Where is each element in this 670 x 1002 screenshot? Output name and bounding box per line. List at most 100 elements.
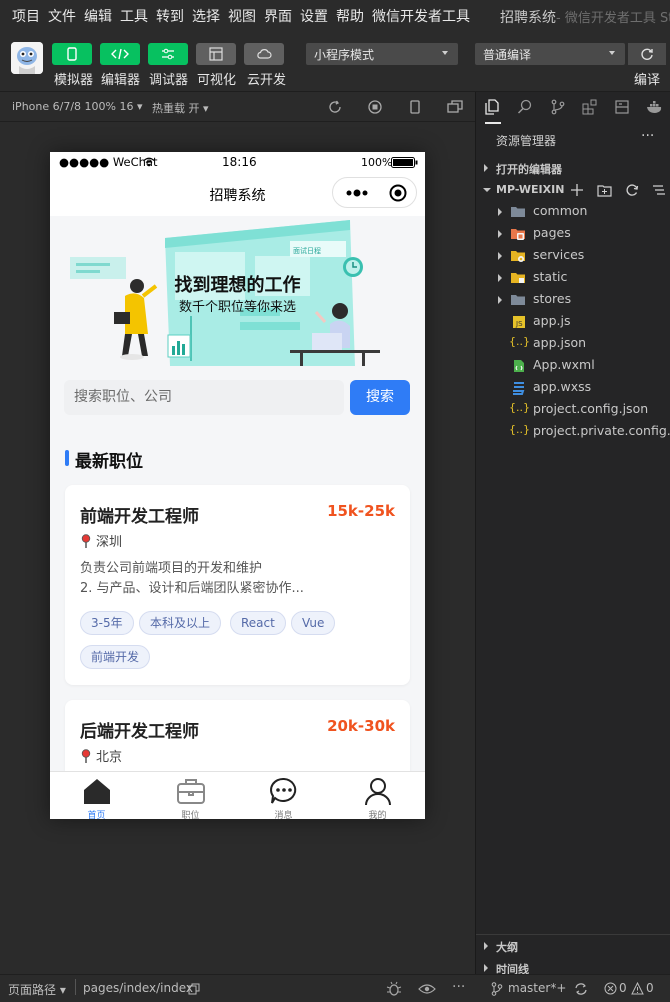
job-tag: 前端开发 <box>80 645 151 669</box>
job-location: 深圳 <box>80 531 122 550</box>
menu-item-tools[interactable]: 工具 <box>120 6 148 26</box>
simulator-header: iPhone 6/7/8 100% 16 ▾ 热重载 开 ▾ <box>0 92 475 122</box>
menu-item-view[interactable]: 视图 <box>228 6 256 26</box>
more-icon[interactable]: ··· <box>452 979 465 995</box>
menu-item-help[interactable]: 帮助 <box>336 6 364 26</box>
tree-file-app-wxss[interactable]: app.wxss <box>476 377 670 399</box>
extensions-icon[interactable] <box>582 99 598 115</box>
sync-icon[interactable] <box>574 982 588 996</box>
cloud-dev-button[interactable] <box>244 43 284 65</box>
chevron-down-icon <box>609 51 615 55</box>
simulator-button[interactable] <box>52 43 92 65</box>
tree-folder-stores[interactable]: stores <box>476 289 670 311</box>
tree-file-project-private-config[interactable]: {..} project.private.config.js... <box>476 421 670 443</box>
job-tag: React <box>230 611 286 635</box>
stop-icon[interactable] <box>368 100 382 114</box>
search-icon[interactable] <box>517 99 533 115</box>
layout-icon <box>209 47 223 61</box>
wifi-icon <box>143 157 155 167</box>
editor-label: 编辑器 <box>101 73 141 88</box>
tree-folder-static[interactable]: static <box>476 267 670 289</box>
debugger-button[interactable] <box>148 43 188 65</box>
docker-icon[interactable] <box>646 99 664 115</box>
code-icon <box>111 48 129 60</box>
bug-icon[interactable] <box>386 981 402 997</box>
tree-file-app-wxml[interactable]: App.wxml <box>476 355 670 377</box>
files-icon[interactable] <box>484 99 500 115</box>
chat-icon <box>270 777 297 804</box>
tree-file-project-config[interactable]: {..} project.config.json <box>476 399 670 421</box>
menu-item-file[interactable]: 文件 <box>48 6 76 26</box>
project-section[interactable]: MP-WEIXIN <box>476 179 670 201</box>
collapse-all-icon[interactable] <box>652 183 666 197</box>
new-folder-icon[interactable] <box>597 183 612 197</box>
search-input[interactable]: 搜索职位、公司 <box>64 380 344 415</box>
tree-folder-common[interactable]: common <box>476 201 670 223</box>
toolbar: 模拟器 编辑器 调试器 可视化 云开发 小程序模式 普通编译 编译 <box>0 32 670 92</box>
close-miniprogram-button[interactable] <box>380 178 416 207</box>
tab-messages[interactable]: 消息 <box>237 772 330 819</box>
battery-percent: 100% <box>361 156 393 169</box>
source-control-icon[interactable] <box>550 99 566 115</box>
open-editors-section[interactable]: 打开的编辑器 <box>476 157 670 179</box>
tree-folder-services[interactable]: services <box>476 245 670 267</box>
more-dots-icon <box>346 189 367 196</box>
outline-section[interactable]: 大纲 <box>476 935 670 957</box>
avatar[interactable] <box>11 42 43 74</box>
cloud-dev-label: 云开发 <box>247 73 287 88</box>
page-path-select[interactable]: 页面路径 ▾ <box>8 981 66 998</box>
tab-jobs[interactable]: 职位 <box>144 772 237 819</box>
job-card[interactable]: 前端开发工程师 15k-25k 深圳 负责公司前端项目的开发和维护 2. 与产品… <box>65 485 410 685</box>
banner-screen-tag: 面试日程 <box>293 246 321 255</box>
tree-folder-pages[interactable]: pages <box>476 223 670 245</box>
job-tag: Vue <box>291 611 336 635</box>
menu-item-goto[interactable]: 转到 <box>156 6 184 26</box>
tab-profile[interactable]: 我的 <box>331 772 424 819</box>
menu-item-project[interactable]: 项目 <box>12 6 40 26</box>
new-file-icon[interactable] <box>570 183 584 197</box>
editor-button[interactable] <box>100 43 140 65</box>
explorer-panel: 资源管理器 ··· 打开的编辑器 MP-WEIXIN common pages … <box>475 92 670 1002</box>
menu-item-edit[interactable]: 编辑 <box>84 6 112 26</box>
phone-icon[interactable] <box>409 100 421 114</box>
job-location: 北京 <box>80 746 122 765</box>
compile-button[interactable] <box>628 43 666 65</box>
detach-window-icon[interactable] <box>447 100 463 114</box>
error-count[interactable]: 0 <box>619 981 627 995</box>
divider <box>75 979 76 995</box>
menu-item-settings[interactable]: 设置 <box>300 6 328 26</box>
refresh-icon[interactable] <box>625 183 639 197</box>
branch-name[interactable]: master*+ <box>508 981 566 995</box>
banner-subtitle: 数千个职位等你来选 <box>178 300 296 315</box>
refresh-icon <box>641 48 653 60</box>
menu-item-select[interactable]: 选择 <box>192 6 220 26</box>
cloud-icon <box>257 49 272 59</box>
search-row: 搜索职位、公司 搜索 <box>50 366 425 430</box>
json-file-icon: {..} <box>509 401 530 414</box>
briefcase-icon <box>177 779 205 804</box>
copy-icon[interactable] <box>188 983 200 995</box>
home-icon <box>84 779 110 804</box>
clock: 18:16 <box>222 155 257 169</box>
tab-home[interactable]: 首页 <box>50 772 143 819</box>
search-button[interactable]: 搜索 <box>350 380 410 415</box>
tree-file-app-json[interactable]: {..} app.json <box>476 333 670 355</box>
rotate-icon[interactable] <box>328 100 342 114</box>
eye-icon[interactable] <box>418 983 436 995</box>
hot-reload-toggle[interactable]: 热重载 开 ▾ <box>152 100 209 116</box>
mode-select[interactable]: 小程序模式 <box>306 43 458 65</box>
visual-button[interactable] <box>196 43 236 65</box>
banner-title: 找到理想的工作 <box>174 275 301 296</box>
explorer-title: 资源管理器 <box>496 134 557 148</box>
menu-item-devtools[interactable]: 微信开发者工具 <box>372 6 470 26</box>
more-actions-icon[interactable]: ··· <box>641 128 654 144</box>
more-button[interactable] <box>333 178 380 207</box>
branch-icon <box>491 982 503 996</box>
menu-item-interface[interactable]: 界面 <box>264 6 292 26</box>
compile-mode-select[interactable]: 普通编译 <box>475 43 625 65</box>
tree-file-app-js[interactable]: JS app.js <box>476 311 670 333</box>
warning-count[interactable]: 0 <box>646 981 654 995</box>
storage-icon[interactable] <box>614 99 630 115</box>
device-select[interactable]: iPhone 6/7/8 100% 16 ▾ <box>12 100 143 113</box>
user-icon <box>365 778 391 805</box>
